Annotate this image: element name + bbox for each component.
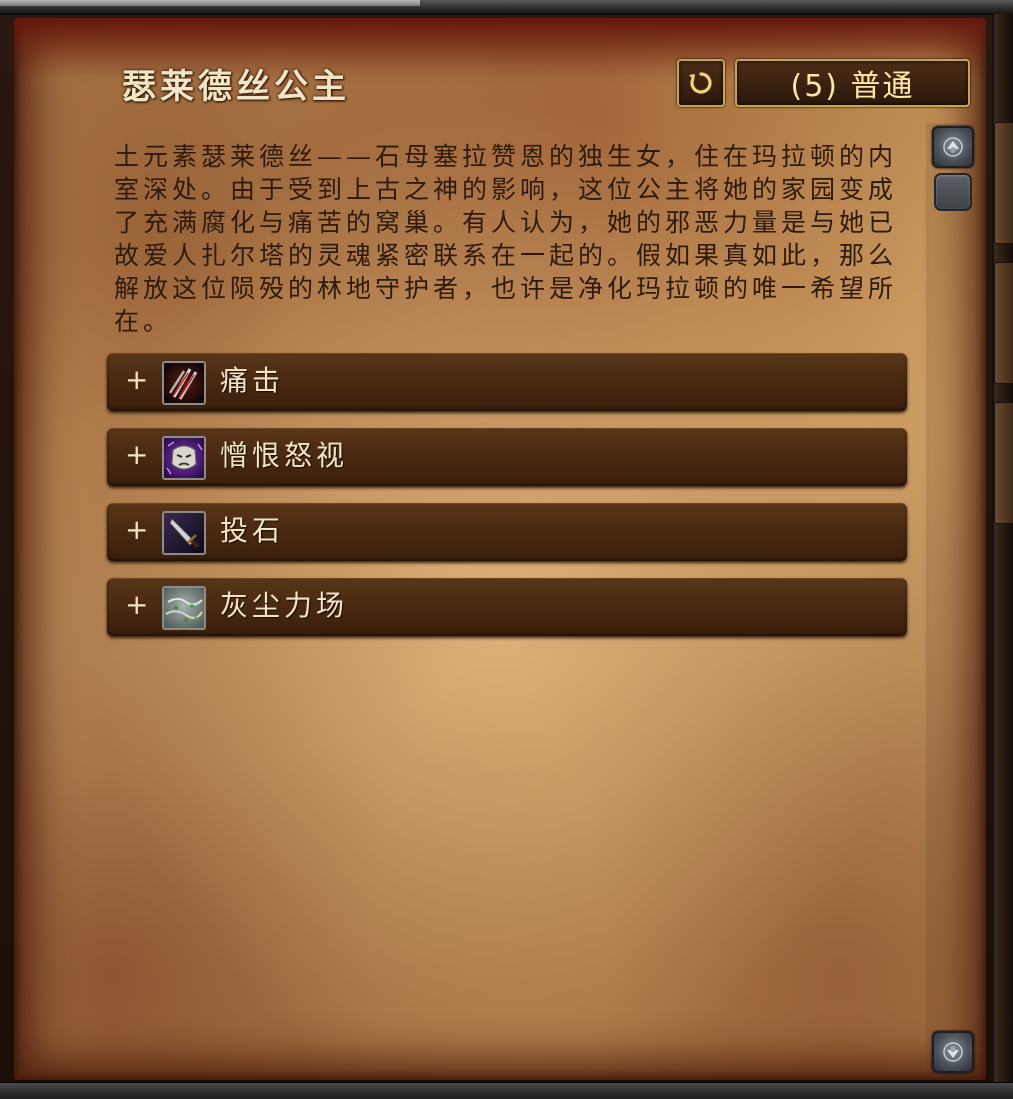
dust-field-icon [162,586,206,630]
scroll-up-button[interactable] [932,126,974,168]
expand-plus-icon[interactable]: + [125,515,148,545]
expand-plus-icon[interactable]: + [125,590,148,620]
reset-icon [689,72,712,94]
ability-list: + 痛击 + 憎恨怒视 + 投石 + 灰尘力场 [107,353,907,653]
ability-label: 痛击 [220,364,285,397]
encounter-journal-frame: 瑟莱德丝公主 (5) 普通 土元素瑟莱德丝——石母塞拉赞恩的独生女，住在玛拉顿的… [0,0,1013,1099]
arrow-down-icon [943,1042,963,1062]
ability-label: 灰尘力场 [220,589,349,622]
side-tab-3[interactable] [994,402,1013,524]
expand-plus-icon[interactable]: + [125,440,148,470]
scrollbar[interactable] [926,123,982,1077]
reset-button[interactable] [677,59,725,107]
encounter-title: 瑟莱德丝公主 [122,67,350,107]
scroll-down-button[interactable] [932,1031,974,1073]
side-tab-2[interactable] [994,262,1013,384]
side-tab-1[interactable] [994,122,1013,244]
top-frame-highlight [0,0,420,6]
encounter-description: 土元素瑟莱德丝——石母塞拉赞恩的独生女，住在玛拉顿的内室深处。由于受到上古之神的… [114,142,898,336]
scroll-track[interactable] [926,123,982,1077]
ability-label: 投石 [220,514,285,547]
bottom-frame-border [0,1082,1013,1099]
arrow-up-icon [943,137,963,157]
scroll-thumb[interactable] [934,173,972,211]
difficulty-dropdown[interactable]: (5) 普通 [735,59,970,107]
ability-row[interactable]: + 灰尘力场 [107,578,907,636]
thrown-dagger-icon [162,511,206,555]
angry-face-icon [162,436,206,480]
claw-slash-icon [162,361,206,405]
ability-row[interactable]: + 投石 [107,503,907,561]
top-frame-border [0,0,1013,15]
ability-row[interactable]: + 痛击 [107,353,907,411]
expand-plus-icon[interactable]: + [125,365,148,395]
ability-label: 憎恨怒视 [220,439,349,472]
ability-row[interactable]: + 憎恨怒视 [107,428,907,486]
